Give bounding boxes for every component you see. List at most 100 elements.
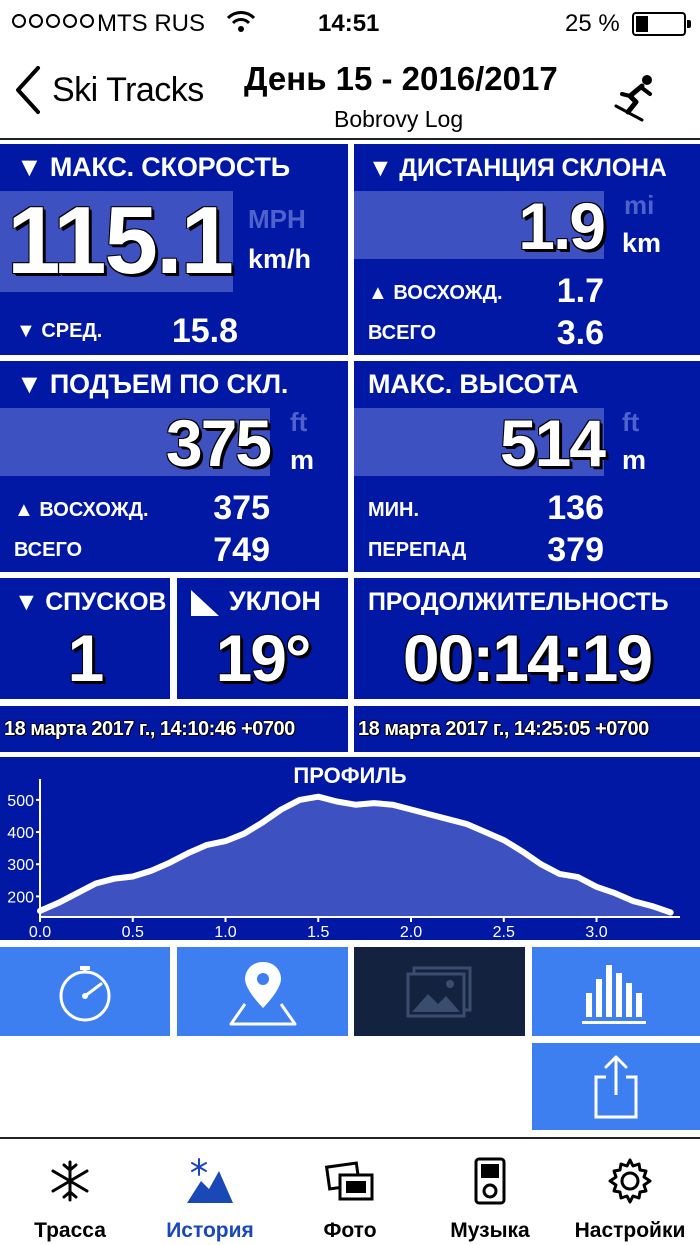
start-datetime: 18 марта 2017 г., 14:10:46 +0700 bbox=[0, 706, 348, 752]
back-button-label: Ski Tracks bbox=[52, 70, 204, 109]
profile-chart[interactable]: ПРОФИЛЬ 500 400 300 200 0.0 0.5 1.0 1.5 2.0 2.5 3.… bbox=[0, 757, 700, 940]
photos-button[interactable] bbox=[354, 947, 525, 1036]
wifi-icon bbox=[226, 11, 256, 32]
map-button[interactable] bbox=[177, 947, 348, 1036]
profile-x-tick-label: 0.0 bbox=[29, 924, 51, 940]
tab-photos-label: Фото bbox=[323, 1219, 377, 1242]
vertical-ascent-label: ▲ ВОСХОЖД. bbox=[14, 499, 149, 521]
vertical-total-label: ВСЕГО bbox=[14, 539, 83, 561]
slope-icon bbox=[191, 590, 219, 616]
tab-track[interactable]: Трасса bbox=[0, 1139, 140, 1245]
vertical-header: ▼ ПОДЪЕМ ПО СКЛ. bbox=[16, 369, 289, 399]
slope-distance-unit[interactable]: km bbox=[622, 228, 661, 259]
tab-photos[interactable]: Фото bbox=[280, 1139, 420, 1245]
vertical-tile[interactable]: ▼ ПОДЪЕМ ПО СКЛ. 375 ft m ▲ ВОСХОЖД. 375… bbox=[0, 361, 348, 572]
profile-x-tick-label: 1.5 bbox=[307, 924, 329, 940]
battery-icon bbox=[632, 12, 691, 36]
min-altitude-label: МИН. bbox=[368, 499, 420, 521]
slope-header: УКЛОН bbox=[229, 586, 321, 616]
share-button[interactable] bbox=[532, 1043, 700, 1130]
max-altitude-header: МАКС. ВЫСОТА bbox=[368, 369, 579, 399]
profile-x-tick-label: 2.0 bbox=[400, 924, 422, 940]
tab-music[interactable]: Музыка bbox=[420, 1139, 560, 1245]
photos-icon bbox=[324, 1161, 374, 1201]
profile-x-tick-label: 3.0 bbox=[585, 924, 607, 940]
stats-button[interactable] bbox=[532, 947, 700, 1036]
slope-distance-unit-alt[interactable]: mi bbox=[624, 190, 654, 221]
max-speed-tile[interactable]: ▼ МАКС. СКОРОСТЬ 115.1 MPH km/h ▼ СРЕД. … bbox=[0, 144, 348, 355]
tab-track-label: Трасса bbox=[34, 1219, 106, 1242]
profile-x-tick-label: 0.5 bbox=[122, 924, 144, 940]
slope-tile[interactable]: УКЛОН 19° bbox=[177, 578, 348, 699]
photo-icon bbox=[406, 966, 471, 1017]
runs-value: 1 bbox=[67, 621, 105, 695]
gear-icon bbox=[608, 1158, 652, 1204]
slope-distance-tile[interactable]: ▼ ДИСТАНЦИЯ СКЛОНА 1.9 mi km ▲ ВОСХОЖД. … bbox=[354, 144, 700, 355]
max-altitude-unit[interactable]: m bbox=[622, 445, 646, 476]
vertical-value: 375 bbox=[165, 406, 272, 480]
tab-music-label: Музыка bbox=[450, 1219, 530, 1242]
runs-tile[interactable]: ▼ СПУСКОВ 1 bbox=[0, 578, 170, 699]
min-altitude-value: 136 bbox=[547, 489, 604, 527]
profile-y-tick-label: 400 bbox=[7, 825, 34, 842]
avg-speed-value: 15.8 bbox=[171, 312, 238, 350]
profile-y-tick-label: 200 bbox=[7, 889, 34, 906]
distance-total-label: ВСЕГО bbox=[368, 322, 437, 344]
altitude-range-label: ПЕРЕПАД bbox=[368, 539, 467, 561]
avg-speed-label: ▼ СРЕД. bbox=[16, 320, 103, 342]
page-title: День 15 - 2016/2017 bbox=[244, 60, 558, 97]
slope-distance-value: 1.9 bbox=[518, 189, 606, 263]
mountain-history-icon bbox=[187, 1158, 233, 1203]
max-speed-unit-alt[interactable]: MPH bbox=[248, 204, 306, 235]
clock: 14:51 bbox=[318, 10, 380, 37]
music-player-icon bbox=[474, 1157, 506, 1205]
profile-x-tick-label: 2.5 bbox=[493, 924, 515, 940]
duration-tile[interactable]: ПРОДОЛЖИТЕЛЬНОСТЬ 00:14:19 bbox=[354, 578, 700, 699]
max-speed-header: ▼ МАКС. СКОРОСТЬ bbox=[16, 152, 290, 182]
profile-y-tick-label: 500 bbox=[7, 793, 34, 810]
profile-y-tick-label: 300 bbox=[7, 857, 34, 874]
tab-history[interactable]: История bbox=[140, 1139, 280, 1245]
carrier-name: MTS RUS bbox=[97, 10, 205, 37]
snowflake-icon bbox=[51, 1160, 89, 1202]
profile-area bbox=[40, 796, 671, 917]
bar-chart-icon bbox=[582, 964, 646, 1024]
vertical-unit-alt[interactable]: ft bbox=[290, 407, 307, 438]
status-bar: MTS RUS 14:51 25 % bbox=[0, 0, 700, 48]
max-altitude-unit-alt[interactable]: ft bbox=[622, 407, 639, 438]
max-speed-unit[interactable]: km/h bbox=[248, 244, 311, 275]
duration-header: ПРОДОЛЖИТЕЛЬНОСТЬ bbox=[368, 588, 669, 616]
runs-header: ▼ СПУСКОВ bbox=[14, 588, 167, 616]
map-pin-icon bbox=[229, 961, 296, 1025]
page-subtitle: Bobrovy Log bbox=[334, 106, 464, 132]
vertical-total-value: 749 bbox=[213, 531, 270, 569]
profile-chart-svg: 500 400 300 200 0.0 0.5 1.0 1.5 2.0 2.5 3.0 bbox=[7, 779, 680, 940]
back-button[interactable]: Ski Tracks bbox=[12, 64, 204, 116]
chevron-left-icon bbox=[16, 66, 40, 114]
max-altitude-value: 514 bbox=[499, 406, 606, 480]
slope-value: 19° bbox=[215, 621, 312, 695]
tab-bar: Трасса История Фото Музыка Настройки bbox=[0, 1137, 700, 1245]
vertical-unit[interactable]: m bbox=[290, 445, 314, 476]
vertical-ascent-value: 375 bbox=[213, 489, 270, 527]
tab-settings[interactable]: Настройки bbox=[560, 1139, 700, 1245]
duration-value: 00:14:19 bbox=[402, 621, 653, 695]
slope-distance-header: ▼ ДИСТАНЦИЯ СКЛОНА bbox=[368, 154, 667, 182]
distance-total-value: 3.6 bbox=[556, 314, 604, 352]
distance-ascent-value: 1.7 bbox=[556, 272, 604, 310]
navigation-bar: Ski Tracks День 15 - 2016/2017 Bobrovy L… bbox=[0, 48, 700, 140]
signal-strength-icon bbox=[12, 14, 94, 28]
share-icon bbox=[594, 1055, 638, 1118]
tab-settings-label: Настройки bbox=[574, 1219, 686, 1242]
profile-x-tick-label: 1.0 bbox=[214, 924, 236, 940]
stopwatch-icon bbox=[59, 965, 111, 1021]
end-datetime: 18 марта 2017 г., 14:25:05 +0700 bbox=[354, 706, 700, 752]
battery-percent: 25 % bbox=[565, 10, 620, 37]
tab-history-label: История bbox=[166, 1219, 254, 1242]
distance-ascent-label: ▲ ВОСХОЖД. bbox=[368, 282, 503, 304]
stopwatch-button[interactable] bbox=[0, 947, 170, 1036]
max-speed-value: 115.1 bbox=[7, 187, 234, 294]
max-altitude-tile[interactable]: МАКС. ВЫСОТА 514 ft m МИН. 136 ПЕРЕПАД 3… bbox=[354, 361, 700, 572]
altitude-range-value: 379 bbox=[547, 531, 604, 569]
skier-icon[interactable] bbox=[612, 72, 660, 122]
